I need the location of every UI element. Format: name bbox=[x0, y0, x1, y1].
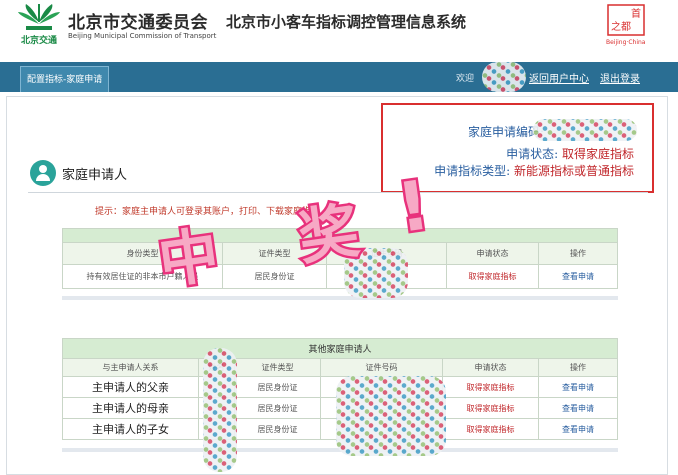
col-status: 申请状态 bbox=[446, 242, 539, 265]
status-label: 申请状态: bbox=[506, 147, 559, 161]
beijing-logo-main-text: 之都 bbox=[611, 20, 631, 33]
user-icon bbox=[30, 160, 56, 186]
col-id-number: 证件号码 bbox=[320, 358, 443, 377]
table-header-row: 与主申请人关系 姓名 证件类型 证件号码 申请状态 操作 bbox=[62, 358, 618, 377]
indicator-type-row: 申请指标类型: 新能源指标或普通指标 bbox=[434, 162, 634, 179]
col-action: 操作 bbox=[538, 358, 618, 377]
col-status: 申请状态 bbox=[442, 358, 539, 377]
view-application-link[interactable]: 查看申请 bbox=[538, 397, 618, 419]
relation-cell: 主申请人的子女 bbox=[62, 418, 199, 440]
indicator-type-label: 申请指标类型: bbox=[434, 164, 511, 178]
page-header: 北京交通 北京市交通委员会 Beijing Municipal Commissi… bbox=[0, 0, 678, 54]
view-application-link[interactable]: 查看申请 bbox=[538, 376, 618, 398]
col-action: 操作 bbox=[538, 242, 618, 265]
status-cell: 取得家庭指标 bbox=[442, 418, 539, 440]
status-cell: 取得家庭指标 bbox=[442, 376, 539, 398]
tab-family-application[interactable]: 配置指标-家庭申请 bbox=[20, 66, 110, 92]
id-type-cell: 居民身份证 bbox=[234, 418, 321, 440]
id-type-cell: 居民身份证 bbox=[234, 376, 321, 398]
username-redaction bbox=[482, 62, 526, 92]
system-title: 北京市小客车指标调控管理信息系统 bbox=[226, 13, 467, 31]
application-code-redaction bbox=[533, 119, 637, 141]
relation-cell: 主申请人的父亲 bbox=[62, 376, 199, 398]
col-id-type: 证件类型 bbox=[234, 358, 321, 377]
beijing-logo-english-text: Beijing·China bbox=[606, 39, 646, 46]
relation-cell: 主申请人的母亲 bbox=[62, 397, 199, 419]
id-type-cell: 居民身份证 bbox=[234, 397, 321, 419]
section-title: 家庭申请人 bbox=[62, 168, 128, 183]
welcome-label: 欢迎 bbox=[456, 74, 475, 84]
logout-link[interactable]: 退出登录 bbox=[600, 70, 640, 85]
other-applicants-title: 其他家庭申请人 bbox=[62, 338, 618, 359]
commission-name: 北京市交通委员会 bbox=[68, 13, 208, 33]
view-application-link[interactable]: 查看申请 bbox=[538, 264, 618, 289]
logo-text: 北京交通 bbox=[20, 36, 57, 46]
status-cell: 取得家庭指标 bbox=[442, 397, 539, 419]
nav-bar: 配置指标-家庭申请 欢迎 返回用户中心 退出登录 bbox=[0, 62, 678, 92]
status-value: 取得家庭指标 bbox=[561, 147, 634, 161]
status-cell: 取得家庭指标 bbox=[446, 264, 539, 289]
indicator-type-value: 新能源指标或普通指标 bbox=[513, 164, 634, 178]
status-row: 申请状态: 取得家庭指标 bbox=[506, 145, 634, 162]
return-user-center-link[interactable]: 返回用户中心 bbox=[529, 70, 589, 85]
stamp-character: 中 bbox=[152, 218, 226, 301]
table-shadow bbox=[62, 296, 618, 300]
stamp-character: 奖 bbox=[292, 194, 366, 277]
beijing-logo-top-text: 首 bbox=[631, 7, 641, 20]
view-application-link[interactable]: 查看申请 bbox=[538, 418, 618, 440]
beijing-logo-icon: 首 之都 Beijing·China bbox=[606, 4, 646, 46]
commission-english-name: Beijing Municipal Commission of Transpor… bbox=[68, 32, 217, 40]
col-relation: 与主申请人关系 bbox=[62, 358, 199, 377]
name-redaction bbox=[203, 348, 237, 472]
id-number-redaction bbox=[336, 376, 446, 456]
